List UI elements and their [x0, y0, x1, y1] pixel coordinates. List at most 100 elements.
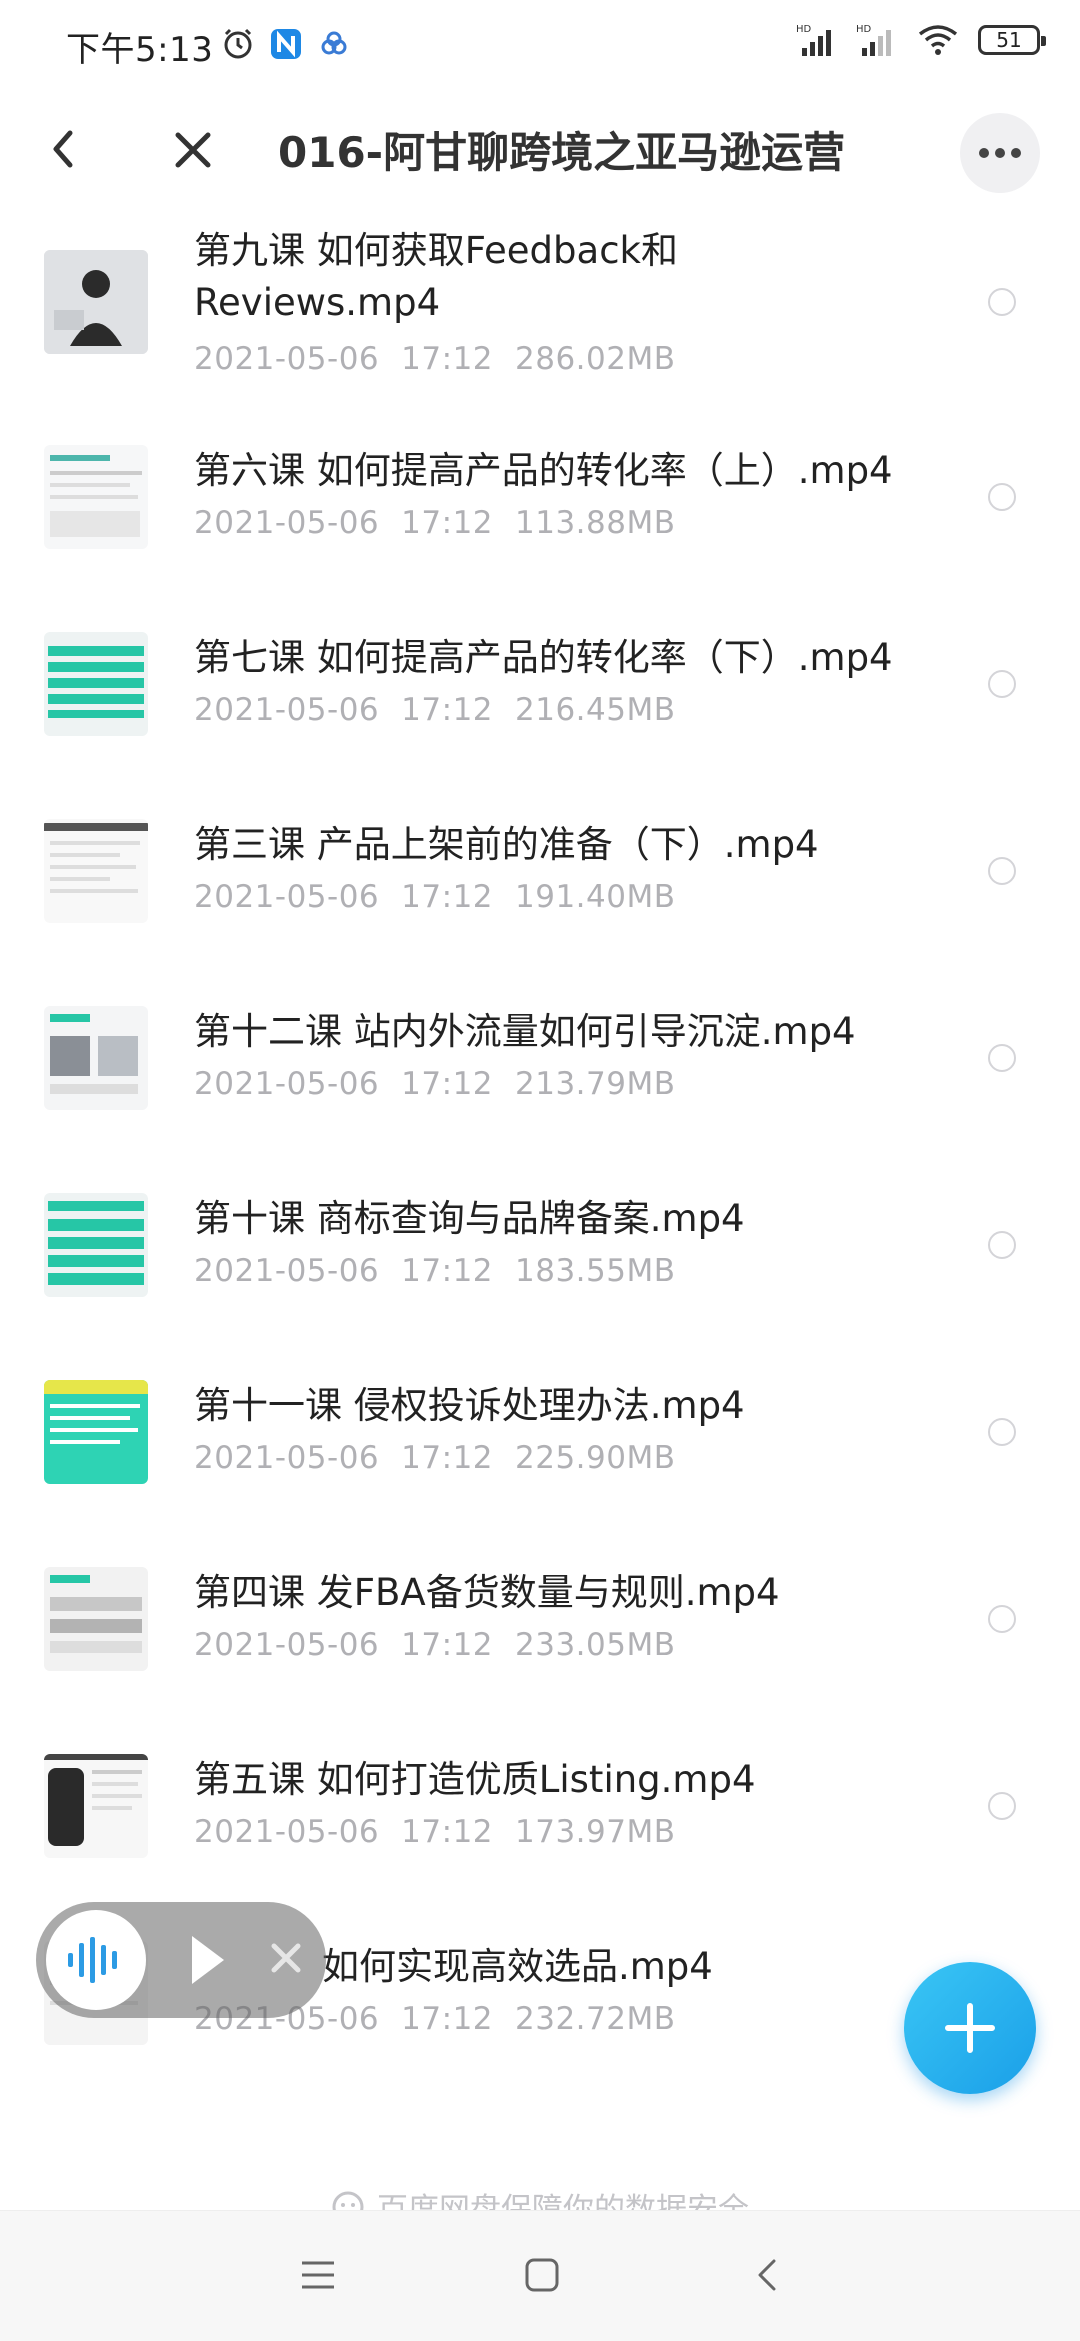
file-meta: 2021-05-06 17:12 286.02MB — [194, 341, 698, 377]
hd-signal-icon: HD — [796, 24, 831, 56]
list-item[interactable]: 第十课 商标查询与品牌备案.mp4 2021-05-06 17:12 183.55M… — [0, 1193, 1080, 1343]
file-size: 216.45MB — [515, 692, 676, 728]
svg-text:HD: HD — [856, 24, 872, 35]
player-avatar[interactable] — [46, 1910, 146, 2010]
file-date: 2021-05-06 — [194, 1440, 380, 1476]
wifi-icon — [918, 25, 958, 55]
select-radio[interactable] — [988, 483, 1016, 511]
add-button[interactable] — [904, 1962, 1036, 2094]
file-time: 17:12 — [401, 1253, 494, 1289]
menu-button[interactable] — [298, 2255, 338, 2295]
close-icon — [271, 1943, 301, 1973]
file-size: 113.88MB — [515, 505, 676, 541]
header: 016-阿甘聊跨境之亚马逊运营 — [0, 95, 1080, 205]
more-icon — [979, 148, 1021, 158]
video-thumbnail — [44, 445, 148, 549]
back-button[interactable] — [40, 119, 90, 179]
select-radio[interactable] — [988, 1044, 1016, 1072]
file-time: 17:12 — [401, 505, 494, 541]
hd-signal-icon: HD — [856, 24, 891, 56]
video-thumbnail — [44, 1006, 148, 1110]
file-meta: 2021-05-06 17:12 183.55MB — [194, 1253, 698, 1289]
list-item[interactable]: 第七课 如何提高产品的转化率（下）.mp4 2021-05-06 17:12 216… — [0, 632, 1080, 782]
file-date: 2021-05-06 — [194, 1066, 380, 1102]
status-time: 下午5:13 — [66, 30, 214, 70]
file-date: 2021-05-06 — [194, 505, 380, 541]
select-radio[interactable] — [988, 857, 1016, 885]
file-meta: 2021-05-06 17:12 233.05MB — [194, 1627, 698, 1663]
player-close-button[interactable] — [266, 1938, 306, 1982]
chevron-left-icon — [53, 130, 73, 168]
file-date: 2021-05-06 — [194, 1627, 380, 1663]
list-item[interactable]: 第五课 如何打造优质Listing.mp4 2021-05-06 17:12 173… — [0, 1754, 1080, 1904]
file-time: 17:12 — [401, 879, 494, 915]
file-meta: 2021-05-06 17:12 216.45MB — [194, 692, 698, 728]
floating-player[interactable] — [36, 1902, 326, 2018]
status-icons-left — [220, 26, 352, 62]
file-name: 第三课 产品上架前的准备（下）.mp4 — [194, 823, 819, 866]
select-radio[interactable] — [988, 288, 1016, 316]
file-size: 183.55MB — [515, 1253, 676, 1289]
file-date: 2021-05-06 — [194, 879, 380, 915]
file-name: 第十一课 侵权投诉处理办法.mp4 — [194, 1384, 745, 1427]
file-name: 第六课 如何提高产品的转化率（上）.mp4 — [194, 449, 893, 492]
file-date: 2021-05-06 — [194, 692, 380, 728]
file-time: 17:12 — [401, 1066, 494, 1102]
file-date: 2021-05-06 — [194, 1814, 380, 1850]
audio-wave-icon — [68, 1937, 117, 1983]
file-size: 225.90MB — [515, 1440, 676, 1476]
file-time: 17:12 — [401, 2001, 494, 2037]
file-name: 第十课 商标查询与品牌备案.mp4 — [194, 1197, 745, 1240]
close-button[interactable] — [168, 119, 218, 179]
status-bar: 下午5:13 HD HD 51 — [0, 0, 1080, 95]
home-button[interactable] — [522, 2255, 562, 2295]
menu-icon — [302, 2261, 334, 2289]
page-title: 016-阿甘聊跨境之亚马逊运营 — [278, 128, 846, 177]
select-radio[interactable] — [988, 1418, 1016, 1446]
file-date: 2021-05-06 — [194, 1253, 380, 1289]
file-name: 第七课 如何提高产品的转化率（下）.mp4 — [194, 636, 893, 679]
select-radio[interactable] — [988, 670, 1016, 698]
alarm-icon — [220, 26, 256, 62]
video-thumbnail — [44, 632, 148, 736]
play-button[interactable] — [186, 1930, 230, 1994]
select-radio[interactable] — [988, 1605, 1016, 1633]
video-thumbnail — [44, 1754, 148, 1858]
select-radio[interactable] — [988, 1792, 1016, 1820]
file-meta: 2021-05-06 17:12 173.97MB — [194, 1814, 698, 1850]
file-name: 第五课 如何打造优质Listing.mp4 — [194, 1758, 756, 1801]
file-time: 17:12 — [401, 1814, 494, 1850]
file-meta: 2021-05-06 17:12 191.40MB — [194, 879, 698, 915]
file-size: 191.40MB — [515, 879, 676, 915]
file-size: 213.79MB — [515, 1066, 676, 1102]
file-name: 第十二课 站内外流量如何引导沉淀.mp4 — [194, 1010, 856, 1053]
close-icon — [175, 132, 211, 168]
list-item[interactable]: 第十一课 侵权投诉处理办法.mp4 2021-05-06 17:12 225.90M… — [0, 1380, 1080, 1530]
video-thumbnail — [44, 1193, 148, 1297]
list-item[interactable]: 第六课 如何提高产品的转化率（上）.mp4 2021-05-06 17:12 113… — [0, 445, 1080, 595]
file-meta: 2021-05-06 17:12 225.90MB — [194, 1440, 698, 1476]
file-size: 173.97MB — [515, 1814, 676, 1850]
system-nav-bar — [0, 2210, 1080, 2341]
svg-text:HD: HD — [796, 24, 812, 35]
file-time: 17:12 — [401, 341, 494, 377]
list-item[interactable]: 第十二课 站内外流量如何引导沉淀.mp4 2021-05-06 17:12 213.… — [0, 1006, 1080, 1156]
battery-icon: 51 — [978, 25, 1046, 55]
file-date: 2021-05-06 — [194, 341, 380, 377]
list-item[interactable]: 第三课 产品上架前的准备（下）.mp4 2021-05-06 17:12 191.4… — [0, 819, 1080, 969]
video-thumbnail — [44, 250, 148, 354]
file-size: 233.05MB — [515, 1627, 676, 1663]
file-name: 如何实现高效选品.mp4 — [322, 1945, 713, 1988]
list-item[interactable]: 第九课 如何获取Feedback和Reviews.mp4 2021-05-06 1… — [0, 215, 1080, 377]
list-item[interactable]: 第四课 发FBA备货数量与规则.mp4 2021-05-06 17:12 233.0… — [0, 1567, 1080, 1717]
file-time: 17:12 — [401, 1627, 494, 1663]
play-icon — [192, 1936, 224, 1984]
status-icons-right: HD HD 51 — [796, 22, 1046, 58]
video-thumbnail — [44, 1567, 148, 1671]
select-radio[interactable] — [988, 1231, 1016, 1259]
more-button[interactable] — [960, 113, 1040, 193]
nav-back-button[interactable] — [748, 2255, 788, 2295]
file-name: 第四课 发FBA备货数量与规则.mp4 — [194, 1571, 780, 1614]
chevron-left-icon — [758, 2259, 776, 2291]
file-meta: 2021-05-06 17:12 113.88MB — [194, 505, 698, 541]
